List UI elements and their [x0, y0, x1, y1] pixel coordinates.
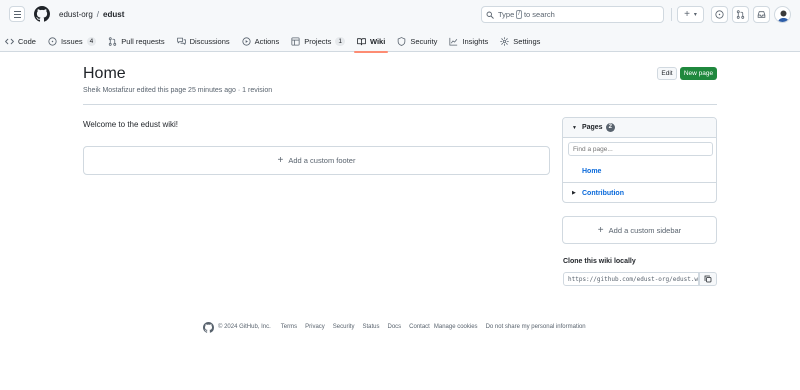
menu-line — [13, 13, 21, 15]
table-icon — [291, 36, 300, 46]
chevron-down-icon: ▾ — [693, 12, 697, 18]
page-link-contribution[interactable]: ▶ Contribution — [563, 182, 716, 202]
repo-link[interactable]: edust — [103, 10, 124, 19]
page-meta: Sheik Mostafizur edited this page 25 min… — [83, 87, 273, 94]
tab-label: Projects — [304, 36, 332, 46]
plus-icon: + — [597, 224, 604, 236]
tab-settings[interactable]: Settings — [495, 30, 545, 52]
tab-label: Discussions — [189, 36, 230, 46]
avatar[interactable] — [774, 6, 791, 23]
search-shortcut-key: / — [516, 10, 522, 19]
github-mark-icon[interactable] — [203, 321, 214, 333]
footer-link-docs[interactable]: Docs — [388, 324, 402, 330]
plus-icon: + — [277, 155, 284, 166]
pages-label: Pages — [581, 124, 603, 131]
site-footer: © 2024 GitHub, Inc. Terms Privacy Securi… — [203, 320, 594, 334]
copyright: © 2024 GitHub, Inc. — [218, 324, 271, 330]
title-divider — [83, 104, 717, 105]
git-pull-request-icon — [109, 36, 117, 46]
search-suffix: to search — [523, 10, 555, 19]
code-icon — [5, 38, 14, 44]
create-new-button[interactable]: + ▾ — [677, 6, 704, 23]
tab-pull-requests[interactable]: Pull requests — [103, 30, 169, 52]
footer-link-terms[interactable]: Terms — [281, 324, 297, 330]
projects-count-badge: 1 — [335, 36, 345, 46]
avatar-icon — [778, 10, 789, 22]
footer-link-manage-cookies[interactable]: Manage cookies — [434, 324, 478, 330]
footer-link-contact[interactable]: Contact — [409, 324, 430, 330]
menu-line — [13, 10, 21, 12]
issues-button[interactable] — [711, 6, 728, 23]
header-divider — [671, 8, 672, 21]
breadcrumb-separator: / — [96, 10, 100, 19]
copy-button[interactable] — [699, 272, 717, 286]
tab-label: Pull requests — [121, 36, 165, 46]
add-custom-footer-button[interactable]: + Add a custom footer — [83, 146, 550, 175]
tab-projects[interactable]: Projects 1 — [286, 30, 350, 52]
tab-label: Code — [18, 36, 36, 46]
tab-code[interactable]: Code — [0, 30, 41, 52]
issue-opened-icon — [48, 36, 57, 46]
search-icon — [486, 11, 494, 19]
tab-label: Wiki — [369, 36, 386, 46]
page-link-label: Home — [582, 168, 602, 175]
menu-line — [13, 16, 21, 18]
footer-link-security[interactable]: Security — [333, 324, 355, 330]
search-input[interactable]: Type / to search — [481, 6, 664, 23]
git-pull-request-icon — [736, 10, 745, 19]
book-icon — [357, 37, 366, 45]
pages-panel: ▼ Pages 2 Home ▶ Contribution — [562, 117, 717, 203]
footer-link-status[interactable]: Status — [362, 324, 379, 330]
tab-wiki[interactable]: Wiki — [352, 30, 390, 53]
pages-count-badge: 2 — [605, 123, 615, 132]
new-page-button[interactable]: New page — [680, 67, 717, 80]
inbox-icon — [757, 11, 766, 18]
copy-icon — [704, 275, 712, 283]
wiki-body-text: Welcome to the edust wiki! — [83, 120, 179, 129]
add-custom-sidebar-button[interactable]: + Add a custom sidebar — [562, 216, 717, 244]
clone-url-field[interactable]: https://github.com/edust-org/edust.wiki.… — [563, 272, 699, 286]
pull-requests-button[interactable] — [732, 6, 749, 23]
tab-security[interactable]: Security — [392, 30, 442, 52]
org-link[interactable]: edust-org — [59, 10, 93, 19]
tab-label: Security — [410, 36, 438, 46]
triangle-right-icon[interactable]: ▶ — [572, 190, 576, 196]
tab-label: Issues — [60, 36, 83, 46]
tab-label: Insights — [462, 36, 489, 46]
add-sidebar-label: Add a custom sidebar — [608, 225, 682, 235]
graph-icon — [449, 37, 458, 46]
footer-link-privacy[interactable]: Privacy — [305, 324, 325, 330]
comment-discussion-icon — [176, 37, 186, 45]
search-prefix: Type — [498, 10, 515, 19]
page-link-label: Contribution — [582, 189, 624, 197]
issues-count-badge: 4 — [86, 36, 97, 46]
tab-discussions[interactable]: Discussions — [172, 30, 235, 52]
github-logo-icon[interactable] — [34, 6, 50, 22]
tab-issues[interactable]: Issues 4 — [43, 30, 101, 52]
breadcrumb: edust-org / edust — [59, 10, 124, 19]
plus-icon: + — [684, 9, 690, 20]
repo-nav: Code Issues 4 Pull requests Discussions … — [0, 30, 547, 53]
triangle-down-icon: ▼ — [572, 124, 577, 131]
clone-label: Clone this wiki locally — [563, 258, 636, 265]
tab-label: Actions — [254, 36, 280, 46]
tab-actions[interactable]: Actions — [237, 30, 285, 52]
tab-insights[interactable]: Insights — [444, 30, 493, 52]
global-header: edust-org / edust Type / to search + ▾ Code… — [0, 0, 800, 53]
menu-button[interactable] — [9, 6, 25, 22]
play-icon — [242, 36, 251, 46]
tab-label: Settings — [513, 36, 541, 46]
pages-toggle[interactable]: ▼ Pages 2 — [563, 118, 716, 138]
issue-opened-icon — [715, 10, 724, 19]
gear-icon — [500, 36, 510, 46]
page-title: Home — [83, 65, 126, 82]
find-page-input[interactable] — [568, 142, 713, 156]
inbox-button[interactable] — [753, 6, 770, 23]
shield-icon — [398, 36, 406, 46]
page-link-home[interactable]: Home — [563, 161, 716, 182]
footer-link-do-not-share[interactable]: Do not share my personal information — [486, 324, 586, 330]
add-footer-label: Add a custom footer — [288, 156, 356, 165]
edit-button[interactable]: Edit — [657, 67, 677, 80]
